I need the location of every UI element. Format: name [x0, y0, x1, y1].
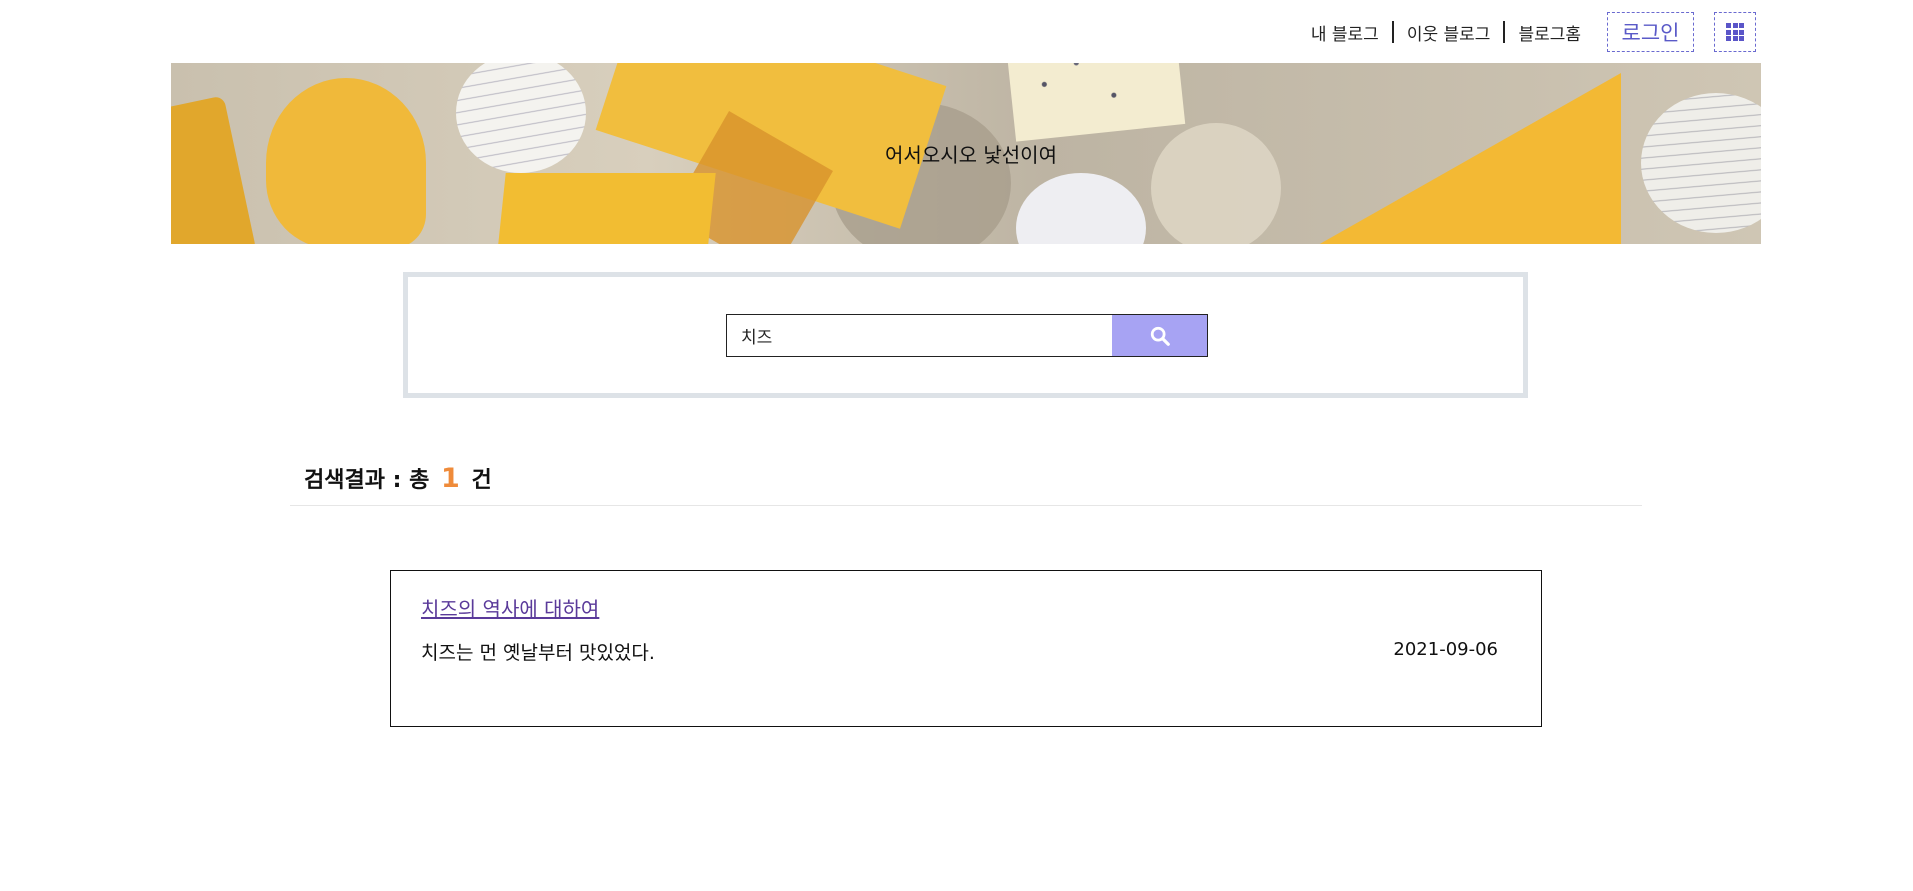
nav-my-blog[interactable]: 내 블로그: [1311, 20, 1379, 45]
result-snippet: 치즈는 먼 옛날부터 맛있었다.: [421, 642, 655, 664]
search-icon: [1150, 326, 1170, 346]
apps-menu-button[interactable]: [1714, 12, 1756, 52]
top-nav: 내 블로그 이웃 블로그 블로그홈 로그인: [1311, 12, 1756, 52]
nav-neighbor-blog[interactable]: 이웃 블로그: [1407, 20, 1491, 45]
nav-separator: [1391, 21, 1394, 43]
results-summary: 검색결과 : 총 1 건: [290, 462, 1642, 506]
results-label-prefix: 검색결과 : 총: [304, 468, 430, 493]
results-label-suffix: 건: [471, 468, 492, 493]
login-button[interactable]: 로그인: [1607, 12, 1694, 52]
result-date: 2021-09-06: [1393, 639, 1498, 660]
banner-title-text: 어서오시오 낯선이여: [885, 143, 1057, 167]
result-title-link[interactable]: 치즈의 역사에 대하여: [421, 593, 599, 622]
nav-blog-home[interactable]: 블로그홈: [1518, 20, 1581, 45]
header-banner: 어서오시오 낯선이여: [171, 63, 1761, 244]
results-count: 1: [441, 463, 460, 494]
grid-icon: [1726, 23, 1744, 41]
search-button[interactable]: [1112, 315, 1207, 356]
search-panel: [403, 272, 1528, 398]
search-input[interactable]: [727, 315, 1112, 356]
search-form: [726, 314, 1208, 357]
banner-title: 어서오시오 낯선이여: [171, 139, 1761, 168]
nav-separator: [1503, 21, 1506, 43]
result-card: 치즈의 역사에 대하여 치즈는 먼 옛날부터 맛있었다. 2021-09-06: [390, 570, 1542, 727]
